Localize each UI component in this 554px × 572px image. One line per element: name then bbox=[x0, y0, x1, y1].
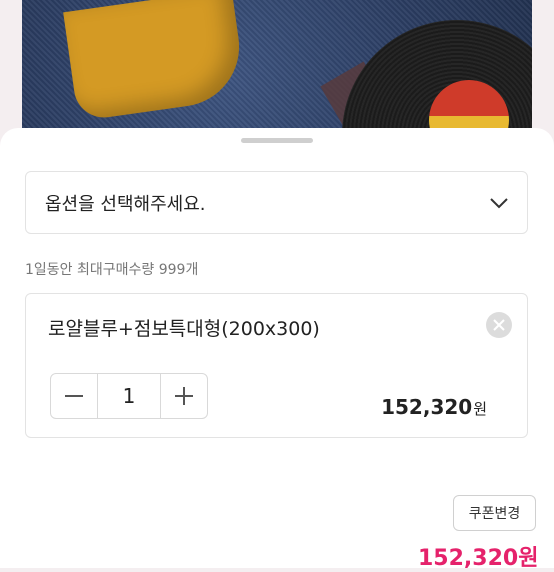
chevron-down-icon bbox=[490, 197, 508, 208]
quantity-value[interactable]: 1 bbox=[97, 374, 161, 418]
decrease-quantity-button[interactable] bbox=[51, 374, 97, 418]
change-coupon-button[interactable]: 쿠폰변경 bbox=[453, 495, 536, 531]
remove-option-button[interactable] bbox=[486, 312, 512, 338]
purchase-limit-text: 1일동안 최대구매수량 999개 bbox=[25, 262, 199, 278]
selected-option-name: 로얄블루+점보특대형(200x300) bbox=[48, 318, 320, 340]
minus-icon bbox=[65, 395, 83, 397]
increase-quantity-button[interactable] bbox=[161, 374, 207, 418]
option-select-placeholder: 옵션을 선택해주세요. bbox=[45, 193, 206, 215]
option-price: 152,320원 bbox=[381, 395, 487, 419]
option-price-unit: 원 bbox=[473, 400, 487, 418]
close-icon bbox=[493, 319, 505, 331]
total-price-unit: 원 bbox=[518, 546, 539, 571]
option-select[interactable]: 옵션을 선택해주세요. bbox=[25, 171, 528, 234]
total-price-value: 152,320 bbox=[418, 546, 519, 571]
plus-icon bbox=[175, 387, 193, 405]
sheet-drag-handle[interactable] bbox=[241, 138, 313, 143]
quantity-stepper: 1 bbox=[50, 373, 208, 419]
selected-option-card: 로얄블루+점보특대형(200x300) 1 152,320원 bbox=[25, 293, 528, 438]
total-price: 152,320원 bbox=[418, 540, 538, 572]
option-price-value: 152,320 bbox=[381, 395, 473, 419]
